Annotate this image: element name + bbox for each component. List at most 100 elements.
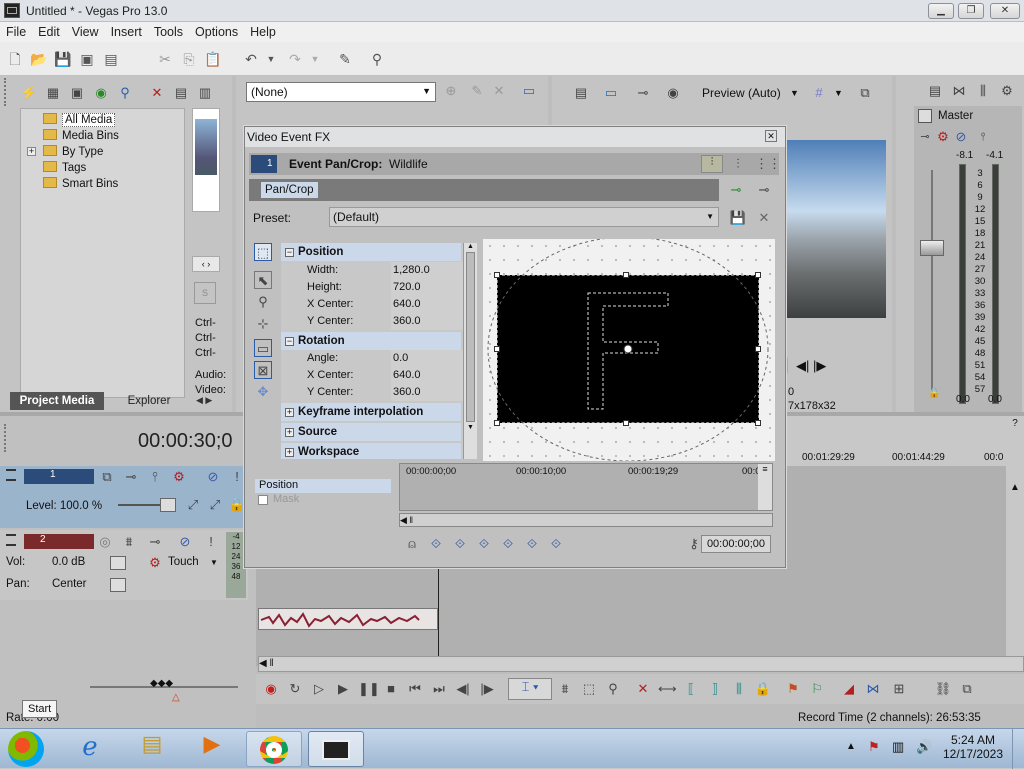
last-keyframe-icon[interactable]: ⟐ — [499, 535, 517, 553]
probe-icon[interactable]: ⫯ — [974, 128, 992, 146]
plugin-chain-icon[interactable]: ⊸ — [727, 181, 745, 199]
play-icon[interactable]: ▶ — [334, 680, 352, 698]
stop-icon[interactable]: ■ — [382, 680, 400, 698]
menu-file[interactable]: File — [0, 22, 32, 42]
tree-item-tags[interactable]: Tags — [43, 161, 86, 176]
help-icon[interactable]: ⚲ — [368, 50, 386, 68]
fx-chain-icon[interactable]: ⊸ — [916, 128, 934, 146]
menu-options[interactable]: Options — [189, 22, 244, 42]
split-icon[interactable]: ⊸ — [634, 84, 652, 102]
track-collapse-icon[interactable] — [6, 534, 16, 546]
prop-rot-y-center[interactable]: Y Center: 360.0 — [281, 384, 465, 401]
media-fx-icon[interactable]: ✎ — [336, 50, 354, 68]
mute-icon[interactable]: ⊘ — [204, 468, 222, 486]
copy-snapshot-icon[interactable]: ⧉ — [856, 84, 874, 102]
volume-slider-handle[interactable] — [110, 556, 126, 570]
search-media-icon[interactable]: ⚲ — [116, 84, 134, 102]
master-fader-handle[interactable] — [920, 240, 944, 256]
new-icon[interactable]: 🗋 — [6, 50, 24, 68]
render-icon[interactable]: ▤ — [102, 50, 120, 68]
tree-item-smart-bins[interactable]: Smart Bins — [43, 177, 118, 192]
trimmer-dropdown[interactable]: (None) ▼ — [246, 82, 436, 102]
thumbnail-scroll[interactable]: ‹ › — [192, 256, 220, 272]
mixer-icon[interactable]: ⋈ — [950, 82, 968, 100]
save-icon[interactable]: 💾 — [54, 50, 72, 68]
mute-icon[interactable]: ⊘ — [176, 533, 194, 551]
external-monitor-icon[interactable]: ▭ — [602, 84, 620, 102]
kf-scroll[interactable]: ≡ — [758, 464, 772, 510]
trim-icon[interactable]: ⟷ — [658, 680, 677, 698]
ignore-grouping-icon[interactable]: ⧉ — [958, 680, 976, 698]
grid-icon[interactable]: # — [810, 84, 828, 102]
tab-explorer[interactable]: Explorer — [106, 392, 192, 410]
chevron-down-icon[interactable]: ▼ — [210, 558, 218, 567]
panel-grip[interactable] — [4, 424, 10, 452]
start-button[interactable] — [8, 731, 44, 767]
section-keyframe-interpolation[interactable]: + Keyframe interpolation — [281, 403, 461, 421]
save-preset-icon[interactable]: 💾 — [729, 209, 747, 227]
preview-transport[interactable]: ▏◀| |▶ — [786, 358, 866, 374]
normal-edit-icon[interactable]: ⬚ — [254, 243, 272, 261]
pan-crop-canvas[interactable] — [483, 239, 775, 461]
prev-keyframe-icon[interactable]: ⟐ — [451, 535, 469, 553]
tree-item-all-media[interactable]: All Media — [43, 113, 116, 128]
loop-icon[interactable]: ↻ — [286, 680, 304, 698]
go-start-icon[interactable]: ⏮ — [406, 680, 424, 698]
crop-handle[interactable] — [494, 420, 500, 426]
web-icon[interactable]: ◉ — [92, 84, 110, 102]
delete-keyframe-icon[interactable]: ⟐ — [547, 535, 565, 553]
open-icon[interactable]: 📂 — [30, 50, 48, 68]
lock-icon[interactable]: 🔒 — [754, 680, 772, 698]
chrome-icon[interactable] — [246, 731, 302, 767]
maintain-aspect-icon[interactable]: ▭ — [254, 339, 272, 357]
app-icon[interactable] — [4, 3, 20, 18]
composite-mode-icon[interactable]: ⧉ — [98, 468, 116, 486]
crop-handle[interactable] — [755, 346, 761, 352]
import-media-icon[interactable]: ⚡ — [20, 84, 38, 102]
action-center-icon[interactable]: ⚑ — [868, 739, 880, 755]
crop-handle[interactable] — [623, 420, 629, 426]
stretch-icon[interactable]: ⊠ — [254, 361, 272, 379]
snapping-icon[interactable]: ◢ — [840, 680, 858, 698]
view-mode-icon[interactable]: ⫶ — [701, 155, 723, 173]
get-media-icon[interactable]: ▣ — [68, 84, 86, 102]
marker-icon[interactable]: ⚑ — [784, 680, 802, 698]
mask-checkbox[interactable] — [258, 495, 268, 505]
grid-view-icon[interactable]: ⋮⋮ — [755, 155, 781, 173]
remove-plugin-icon[interactable]: ⊸ — [755, 181, 773, 199]
sync-cursor-icon[interactable]: ⍝ — [403, 535, 421, 553]
crop-handle[interactable] — [494, 346, 500, 352]
list-view-icon[interactable]: ⫶ — [729, 155, 747, 173]
monitor-icon[interactable]: ▭ — [520, 82, 538, 100]
tab-scroll-arrows[interactable]: ◀ ▶ — [196, 395, 224, 409]
normal-edit-tool[interactable]: ⌶ ▾ — [508, 678, 552, 700]
clear-icon[interactable]: ✕ — [490, 82, 508, 100]
zoom-tool-icon[interactable]: ⚲ — [604, 680, 622, 698]
audio-event[interactable] — [258, 608, 438, 630]
cut-icon[interactable]: ✂ — [156, 50, 174, 68]
preview-quality[interactable]: Preview (Auto) — [702, 86, 781, 100]
bus-properties-icon[interactable]: ▤ — [926, 82, 944, 100]
select-tool-icon[interactable]: ⬉ — [254, 271, 272, 289]
kf-time-field[interactable]: 00:00:00;00 — [701, 535, 771, 553]
preview-properties-icon[interactable]: ▤ — [572, 84, 590, 102]
rate-slider-handle[interactable]: ◆◆◆ — [150, 678, 173, 689]
chevron-down-icon[interactable]: ▼ — [790, 88, 799, 98]
prop-width[interactable]: Width: 1,280.0 — [281, 262, 465, 279]
s-icon[interactable]: S — [194, 282, 216, 304]
selection-tool-icon[interactable]: ⬚ — [580, 680, 598, 698]
insert-fx-icon[interactable]: ⚙ — [934, 128, 952, 146]
menu-help[interactable]: Help — [244, 22, 282, 42]
paste-icon[interactable]: 📋 — [204, 50, 222, 68]
undo-dropdown-icon[interactable]: ▼ — [262, 50, 280, 68]
lock-envelopes-icon[interactable]: ⛓ — [934, 680, 952, 698]
remove-icon[interactable]: ✕ — [148, 84, 166, 102]
video-track-header[interactable]: 1 ⧉ ⊸ ⫯ ⚙ ⊘ ! Level: 100.0 % ⤢ ⤢ 🔒 — [0, 466, 248, 528]
redo-icon[interactable]: ↷ — [286, 50, 304, 68]
envelope-tool-icon[interactable]: ⩩ — [556, 680, 574, 698]
prev-frame-icon[interactable]: ◀| — [454, 680, 472, 698]
lock-icon[interactable]: 🔒 — [928, 388, 940, 399]
file-explorer-icon[interactable]: ▤ — [124, 731, 180, 767]
delete-icon[interactable]: ✕ — [634, 680, 652, 698]
zoom-icon[interactable]: ⚲ — [254, 293, 272, 311]
